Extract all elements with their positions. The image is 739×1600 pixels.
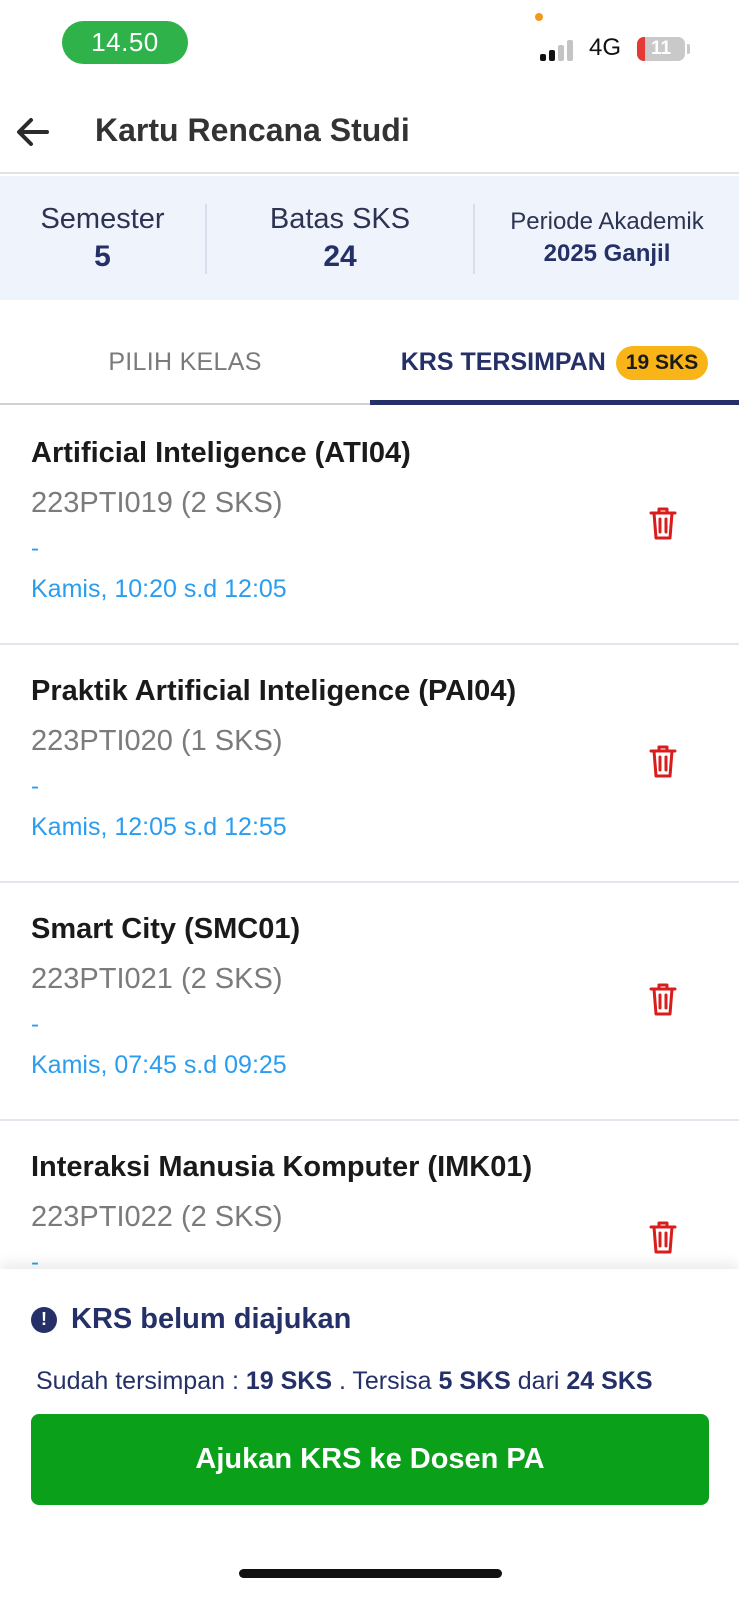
course-lecturer: - xyxy=(31,535,39,562)
krs-status-alert: ! KRS belum diajukan xyxy=(31,1303,351,1336)
info-mid: . Tersisa xyxy=(332,1367,439,1395)
course-name: Interaksi Manusia Komputer (IMK01) xyxy=(31,1151,533,1183)
tab-pilih-kelas[interactable]: PILIH KELAS xyxy=(0,320,370,405)
battery-tip xyxy=(687,44,690,54)
arrow-left-icon xyxy=(17,118,49,146)
status-time: 14.50 xyxy=(62,21,188,64)
semester-label: Semester xyxy=(40,202,165,235)
active-tab-indicator xyxy=(370,400,739,405)
course-name: Smart City (SMC01) xyxy=(31,913,301,945)
course-schedule: Kamis, 10:20 s.d 12:05 xyxy=(31,575,287,603)
periode-value: 2025 Ganjil xyxy=(543,240,671,267)
submit-krs-button[interactable]: Ajukan KRS ke Dosen PA xyxy=(31,1414,709,1505)
status-bar: 14.50 4G 11 xyxy=(0,0,739,90)
home-indicator xyxy=(239,1569,502,1578)
course-lecturer: - xyxy=(31,1249,39,1269)
krs-summary: Semester 5 Batas SKS 24 Periode Akademik… xyxy=(0,176,739,300)
course-name: Praktik Artificial Inteligence (PAI04) xyxy=(31,675,517,707)
course-item: Praktik Artificial Inteligence (PAI04) 2… xyxy=(0,645,739,883)
sks-count-badge: 19 SKS xyxy=(615,345,709,380)
app-bar: Kartu Rencana Studi xyxy=(0,90,739,174)
tab-bar: PILIH KELAS KRS TERSIMPAN 19 SKS xyxy=(0,320,739,405)
course-code: 223PTI020 (1 SKS) xyxy=(31,725,283,757)
info-remaining-sks: 5 SKS xyxy=(438,1367,511,1395)
semester-value: 5 xyxy=(94,239,111,273)
batas-sks-info: Batas SKS 24 xyxy=(207,176,473,300)
course-code: 223PTI022 (2 SKS) xyxy=(31,1201,283,1233)
tab-pilih-kelas-label: PILIH KELAS xyxy=(108,348,262,376)
info-saved-sks: 19 SKS xyxy=(245,1367,333,1395)
batas-sks-value: 24 xyxy=(323,239,357,273)
course-schedule: Kamis, 07:45 s.d 09:25 xyxy=(31,1051,287,1079)
trash-icon[interactable] xyxy=(647,743,679,779)
sks-summary-text: Sudah tersimpan : 19 SKS . Tersisa 5 SKS… xyxy=(36,1367,653,1396)
exclamation-circle-icon: ! xyxy=(31,1306,57,1333)
tab-krs-tersimpan-label: KRS TERSIMPAN xyxy=(400,348,606,376)
tab-krs-tersimpan[interactable]: KRS TERSIMPAN 19 SKS xyxy=(370,320,739,405)
battery-icon: 11 xyxy=(637,37,685,61)
course-name: Artificial Inteligence (ATI04) xyxy=(31,437,411,469)
privacy-indicator-dot xyxy=(535,13,543,21)
course-schedule: Kamis, 12:05 s.d 12:55 xyxy=(31,813,287,841)
course-item: Interaksi Manusia Komputer (IMK01) 223PT… xyxy=(0,1121,739,1269)
batas-sks-label: Batas SKS xyxy=(269,202,411,235)
info-dari: dari xyxy=(510,1367,567,1395)
page-title: Kartu Rencana Studi xyxy=(95,112,410,148)
semester-info: Semester 5 xyxy=(0,176,205,300)
periode-label: Periode Akademik xyxy=(510,208,704,235)
info-prefix: Sudah tersimpan : xyxy=(36,1367,246,1395)
network-type: 4G xyxy=(589,34,622,61)
course-lecturer: - xyxy=(31,1011,39,1038)
course-item: Artificial Inteligence (ATI04) 223PTI019… xyxy=(0,407,739,645)
trash-icon[interactable] xyxy=(647,1219,679,1255)
battery-level: 11 xyxy=(650,38,672,59)
course-lecturer: - xyxy=(31,773,39,800)
back-button[interactable] xyxy=(12,112,52,152)
course-item: Smart City (SMC01) 223PTI021 (2 SKS) - K… xyxy=(0,883,739,1121)
periode-info: Periode Akademik 2025 Ganjil xyxy=(475,176,739,300)
krs-status-panel: ! KRS belum diajukan Sudah tersimpan : 1… xyxy=(0,1269,739,1600)
course-list[interactable]: Artificial Inteligence (ATI04) 223PTI019… xyxy=(0,407,739,1269)
info-total-sks: 24 SKS xyxy=(566,1367,653,1395)
cellular-signal-icon xyxy=(540,37,578,61)
trash-icon[interactable] xyxy=(647,981,679,1017)
trash-icon[interactable] xyxy=(647,505,679,541)
krs-status-text: KRS belum diajukan xyxy=(71,1303,352,1335)
course-code: 223PTI019 (2 SKS) xyxy=(31,487,283,519)
course-code: 223PTI021 (2 SKS) xyxy=(31,963,283,995)
